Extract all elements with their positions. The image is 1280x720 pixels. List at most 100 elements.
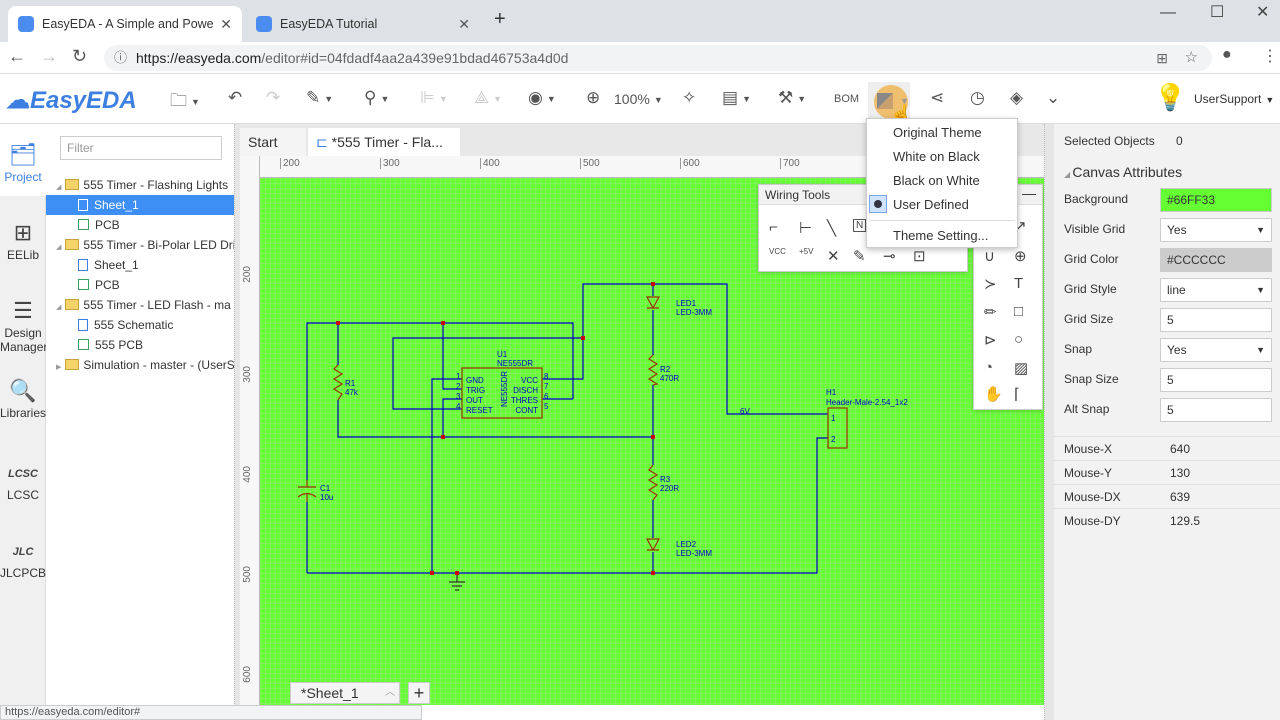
freehand-icon[interactable]: ✏ [984,303,997,321]
tree-item-folder[interactable]: ◢ 555 Timer - Flashing Lights [46,175,234,195]
tree-item-schematic[interactable]: 555 Schematic [46,315,234,335]
layers-icon[interactable]: ◈ [1010,88,1023,108]
polyline-icon[interactable]: ≻ [984,275,997,293]
redo-icon[interactable]: ↷ [266,88,280,108]
tree-item-folder[interactable]: ▶ Simulation - master - (UserS [46,355,234,375]
nav-design-manager[interactable]: ☰ Design Manager [0,298,47,354]
minimize-panel-icon[interactable]: — [1022,185,1036,201]
tree-item-pcb[interactable]: 555 PCB [46,335,234,355]
tree-item-folder[interactable]: ◢ 555 Timer - LED Flash - ma [46,295,234,315]
close-tab-icon[interactable]: ✕ [220,16,232,33]
rotate-icon[interactable]: ⟁ ▼ [474,88,502,108]
polygon-icon[interactable]: ⊳ [984,331,997,349]
pin-icon[interactable]: ⊡ [913,247,926,265]
chevron-up-icon[interactable]: ︿ [385,683,395,703]
arc-icon[interactable]: ∪ [984,247,995,265]
menu-item-white-on-black[interactable]: White on Black [893,149,980,164]
bom-button[interactable]: BOM [834,93,859,105]
probe-icon[interactable]: ✎ [853,247,866,265]
net-label-icon[interactable]: N [853,219,867,232]
canvas-attributes-heading[interactable]: ◢ Canvas Attributes [1064,164,1182,180]
nav-libraries[interactable]: 🔍 Libraries [0,378,46,420]
minimize-button[interactable]: — [1160,4,1176,22]
expand-triangle-icon[interactable]: ▶ [56,364,61,371]
no-connect-icon[interactable]: ✕ [827,247,840,265]
add-sheet-button[interactable]: + [408,682,430,704]
bookmark-star-icon[interactable]: ☆ [1185,45,1198,71]
netport-icon[interactable]: ⊸ [883,247,896,265]
place-pin-icon[interactable]: ⚲ ▼ [364,88,389,108]
netlist-icon[interactable]: ▤ ▼ [722,88,751,108]
prop-select[interactable]: line ▼ [1160,278,1272,302]
maximize-button[interactable]: ☐ [1210,2,1224,22]
pie-icon[interactable]: ◔ [984,359,993,376]
image-icon[interactable]: ▨ [1014,359,1028,377]
circle-plus-icon[interactable]: ⊕ [1014,247,1027,265]
tree-item-pcb[interactable]: PCB [46,215,234,235]
prop-input[interactable]: 5 [1160,308,1272,332]
tree-item-schematic[interactable]: Sheet_1 [46,195,234,215]
expand-triangle-icon[interactable]: ◢ [56,244,61,251]
wire-icon[interactable]: ⌐ [769,219,778,236]
forward-icon[interactable]: → [40,46,58,67]
tab-start[interactable]: Start [240,128,306,156]
browser-tab[interactable]: EasyEDA - A Simple and Powe ✕ [8,6,242,42]
translate-icon[interactable]: ⊞ [1156,45,1168,71]
more-chevron-icon[interactable]: ⌄ [1046,88,1060,108]
expand-triangle-icon[interactable]: ◢ [56,304,61,311]
prop-input[interactable]: #CCCCCC [1160,248,1272,272]
lightbulb-icon[interactable]: 💡 [1154,82,1186,113]
tools-icon[interactable]: ⚒ ▼ [778,88,806,108]
zoom-in-icon[interactable]: ⊕ [586,88,600,108]
magic-wand-icon[interactable]: ✧ [682,88,696,108]
align-icon[interactable]: ⊫ ▼ [420,88,448,108]
rectangle-icon[interactable]: □ [1014,303,1023,320]
line-icon[interactable]: ╲ [827,219,836,237]
sheet-tab[interactable]: *Sheet_1 ︿ [290,682,400,704]
view-eye-icon[interactable]: ◉ ▼ [528,88,556,108]
expand-triangle-icon[interactable]: ◢ [56,184,61,191]
close-tab-icon[interactable]: ✕ [458,16,470,33]
new-tab-button[interactable]: + [494,8,506,31]
back-icon[interactable]: ← [8,46,26,67]
bus-icon[interactable]: ⊢ [799,219,812,237]
text-icon[interactable]: T [1014,275,1023,292]
tree-item-schematic[interactable]: Sheet_1 [46,255,234,275]
tab-schematic[interactable]: ⊏ *555 Timer - Fla... [308,128,460,156]
prop-select[interactable]: Yes ▼ [1160,338,1272,362]
vcc-icon[interactable]: VCC [769,247,786,256]
menu-item-black-on-white[interactable]: Black on White [893,173,980,188]
undo-icon[interactable]: ↶ [228,88,242,108]
menu-item-theme-setting[interactable]: Theme Setting... [893,228,988,243]
menu-icon[interactable]: ⋮ [1262,46,1278,66]
url-input[interactable]: ⓘ https://easyeda.com/editor#id=04fdadf4a… [104,45,1212,71]
user-menu[interactable]: UserSupport ▼ [1194,92,1274,106]
menu-item-original-theme[interactable]: Original Theme [893,125,982,140]
history-icon[interactable]: ◷ [970,88,985,108]
nav-lcsc[interactable]: LCSC LCSC [0,460,46,502]
prop-select[interactable]: Yes ▼ [1160,218,1272,242]
ellipse-icon[interactable]: ○ [1014,331,1023,348]
pencil-icon[interactable]: ✎ ▼ [306,88,333,108]
prop-input[interactable]: 5 [1160,398,1272,422]
nav-eelib[interactable]: ⊞ EELib [0,220,46,262]
nav-jlcpcb[interactable]: JLC JLCPCB [0,538,46,580]
tree-item-folder[interactable]: ◢ 555 Timer - Bi-Polar LED Dri [46,235,234,255]
pan-hand-icon[interactable]: ✋ [984,385,1003,403]
dimension-icon[interactable]: ⌈ [1014,385,1020,403]
reload-icon[interactable]: ↻ [72,46,87,67]
close-window-button[interactable]: ✕ [1256,2,1269,22]
zoom-level[interactable]: 100% ▼ [614,91,663,107]
theme-button[interactable]: ▼ ☝ [868,82,912,124]
prop-input[interactable]: 5 [1160,368,1272,392]
filter-input[interactable]: Filter [60,136,222,160]
prop-input[interactable]: #66FF33 [1160,188,1272,212]
file-folder-icon[interactable]: 🗀 ▼ [170,88,200,117]
right-splitter[interactable] [1044,124,1054,720]
nav-project[interactable]: 🗂 Project [0,124,46,196]
menu-item-user-defined[interactable]: User Defined [893,197,969,212]
share-icon[interactable]: ⋖ [930,88,944,108]
tree-item-pcb[interactable]: PCB [46,275,234,295]
browser-tab[interactable]: EasyEDA Tutorial ✕ [246,6,480,42]
profile-icon[interactable]: ● [1222,46,1232,64]
